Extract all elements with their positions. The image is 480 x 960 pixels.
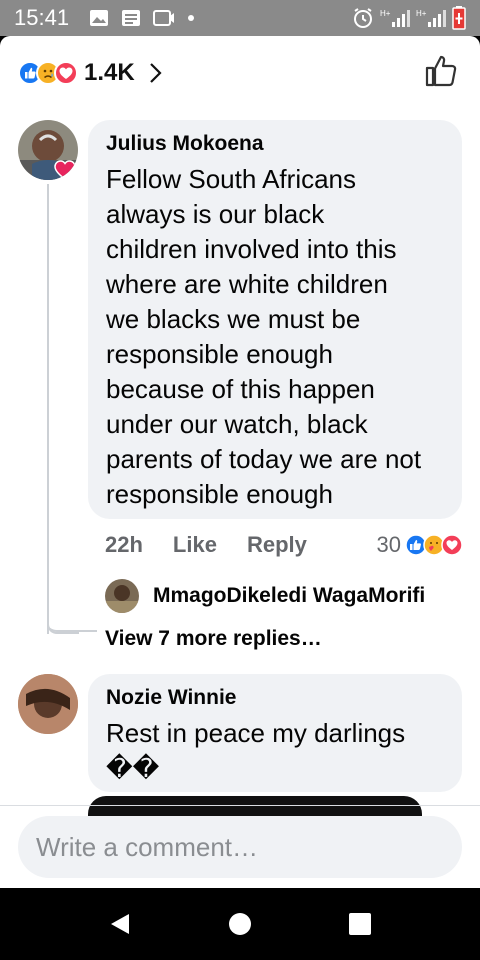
comment-text-line: Rest in peace my darlings: [106, 718, 406, 748]
status-time: 15:41: [14, 5, 70, 30]
dot-icon: [188, 15, 195, 21]
status-bar: 15:41 H+ H+: [0, 0, 480, 36]
recents-button-icon[interactable]: [348, 912, 372, 936]
comment-text-line: under our watch, black: [106, 409, 368, 439]
video-icon: [153, 10, 175, 26]
compose-divider: [0, 805, 480, 806]
news-icon: [122, 10, 141, 26]
comment-text-line: responsible enough: [106, 339, 333, 369]
comments-sheet: 1.4K Julius Mokoena Fellow South African…: [0, 36, 480, 888]
comment-text-line: ��: [106, 753, 160, 783]
signal-h-icon: H+: [380, 9, 410, 27]
reply-author: MmagoDikeledi WagaMorifi: [153, 584, 426, 607]
comment-text-line: responsible enough: [106, 479, 333, 509]
view-more-replies-link[interactable]: View 7 more replies…: [105, 627, 322, 651]
love-icon: [441, 534, 463, 556]
navigation-bar: [0, 888, 480, 960]
comment-reaction-count: 30: [376, 532, 401, 557]
back-button-icon[interactable]: [108, 912, 132, 936]
comment-text-line: we blacks we must be: [106, 304, 361, 334]
signal-h2-icon: H+: [416, 9, 446, 27]
alarm-icon: [354, 8, 372, 28]
battery-icon: [452, 6, 466, 30]
reply-connector: [47, 576, 97, 632]
attached-image-preview[interactable]: [88, 796, 422, 816]
comment-input[interactable]: Write a comment…: [18, 816, 462, 878]
comment-author[interactable]: Julius Mokoena: [106, 132, 444, 156]
comment-nozie: Nozie Winnie Rest in peace my darlings �…: [0, 666, 480, 816]
status-system-icons: H+ H+: [352, 6, 466, 30]
svg-text:H+: H+: [380, 9, 391, 18]
thread-line: [47, 184, 49, 634]
comment-author[interactable]: Nozie Winnie: [106, 686, 444, 710]
avatar-mmagodikeledi: [105, 579, 139, 613]
comment-meta-julius: 22h Like Reply 30: [105, 530, 463, 560]
comment-text-line: always is our black: [106, 199, 325, 229]
avatar-julius[interactable]: [18, 120, 78, 180]
reply-preview[interactable]: MmagoDikeledi WagaMorifi: [105, 578, 465, 614]
comment-text-line: Fellow South Africans: [106, 164, 357, 194]
avatar-nozie[interactable]: [18, 674, 78, 734]
comment-bubble-nozie[interactable]: Nozie Winnie Rest in peace my darlings �…: [88, 674, 462, 792]
profile-frame-heart-icon: [54, 160, 76, 180]
comment-input-placeholder: Write a comment…: [36, 831, 259, 862]
comment-text-line: because of this happen: [106, 374, 375, 404]
svg-text:H+: H+: [416, 9, 427, 18]
reply-button[interactable]: Reply: [247, 532, 307, 558]
like-comment-button[interactable]: Like: [173, 532, 217, 558]
comment-reactions[interactable]: 30: [377, 532, 463, 558]
home-button-icon[interactable]: [228, 912, 252, 936]
comment-bubble-julius[interactable]: Julius Mokoena Fellow South Africans alw…: [88, 120, 462, 519]
comment-time: 22h: [105, 532, 143, 557]
gallery-icon: [90, 10, 109, 26]
comment-text-line: parents of today we are not: [106, 444, 422, 474]
comment-julius: Julius Mokoena Fellow South Africans alw…: [0, 36, 480, 656]
comment-text-line: where are white children: [106, 269, 388, 299]
comment-text-line: children involved into this: [106, 234, 397, 264]
status-notification-icons: [89, 9, 195, 27]
